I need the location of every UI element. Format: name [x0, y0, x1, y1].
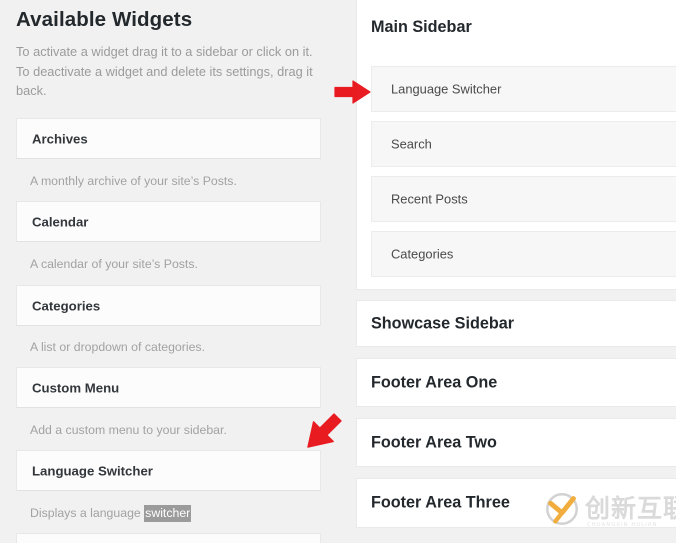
widget-card-custom-menu[interactable]: Custom Menu: [16, 367, 321, 408]
widget-card-archives[interactable]: Archives: [16, 118, 321, 159]
sidebar-panel-title: Main Sidebar: [371, 18, 472, 36]
widget-description-language-switcher: Displays a language switcher: [30, 505, 192, 522]
widget-card-categories[interactable]: Categories: [16, 285, 321, 326]
widget-card-language-switcher[interactable]: Language Switcher: [16, 450, 321, 491]
widget-card-partial[interactable]: [16, 533, 321, 543]
sidebar-panel-title: Footer Area Three: [371, 493, 510, 512]
sidebar-panel-showcase[interactable]: Showcase Sidebar: [356, 300, 676, 347]
sidebar-widget-categories[interactable]: Categories: [371, 231, 676, 277]
page-title: Available Widgets: [16, 8, 193, 31]
widget-description-text: Displays a language: [30, 506, 145, 520]
sidebar-widget-label: Categories: [391, 246, 454, 262]
widget-description-categories: A list or dropdown of categories.: [30, 340, 205, 354]
sidebar-panel-main-header[interactable]: Main Sidebar: [357, 0, 676, 57]
sidebar-widget-label: Language Switcher: [391, 81, 502, 97]
available-widgets-description: To activate a widget drag it to a sideba…: [16, 44, 313, 98]
sidebars-column: Main Sidebar Language Switcher Search Re…: [340, 0, 676, 543]
available-widgets-column: Available Widgets To activate a widget d…: [0, 0, 340, 543]
sidebar-widget-label: Recent Posts: [391, 191, 468, 207]
sidebar-panel-footer-area-two[interactable]: Footer Area Two: [356, 418, 676, 467]
widget-card-label: Archives: [32, 131, 88, 146]
widget-card-label: Categories: [32, 298, 101, 313]
widgets-admin-screen: Available Widgets To activate a widget d…: [0, 0, 676, 543]
widget-card-label: Custom Menu: [32, 380, 120, 395]
widget-description-calendar: A calendar of your site’s Posts.: [30, 257, 198, 271]
sidebar-panel-title: Footer Area One: [371, 373, 498, 391]
widget-description-archives: A monthly archive of your site’s Posts.: [30, 174, 237, 188]
selected-text-highlight: switcher: [144, 505, 192, 522]
sidebar-widget-label: Search: [391, 136, 432, 152]
sidebar-panel-footer-area-one[interactable]: Footer Area One: [356, 358, 676, 407]
widget-description-custom-menu: Add a custom menu to your sidebar.: [30, 423, 227, 437]
widget-card-label: Language Switcher: [32, 463, 153, 478]
sidebar-panel-title: Footer Area Two: [371, 433, 497, 451]
sidebar-panel-main[interactable]: Main Sidebar Language Switcher Search Re…: [356, 0, 676, 290]
widget-card-label: Calendar: [32, 214, 89, 229]
sidebar-panel-footer-area-three[interactable]: Footer Area Three: [356, 478, 676, 528]
sidebar-widget-language-switcher[interactable]: Language Switcher: [371, 66, 676, 112]
sidebar-widget-search[interactable]: Search: [371, 121, 676, 167]
widget-card-calendar[interactable]: Calendar: [16, 201, 321, 242]
sidebar-widget-recent-posts[interactable]: Recent Posts: [371, 176, 676, 222]
sidebar-panel-title: Showcase Sidebar: [371, 314, 515, 332]
